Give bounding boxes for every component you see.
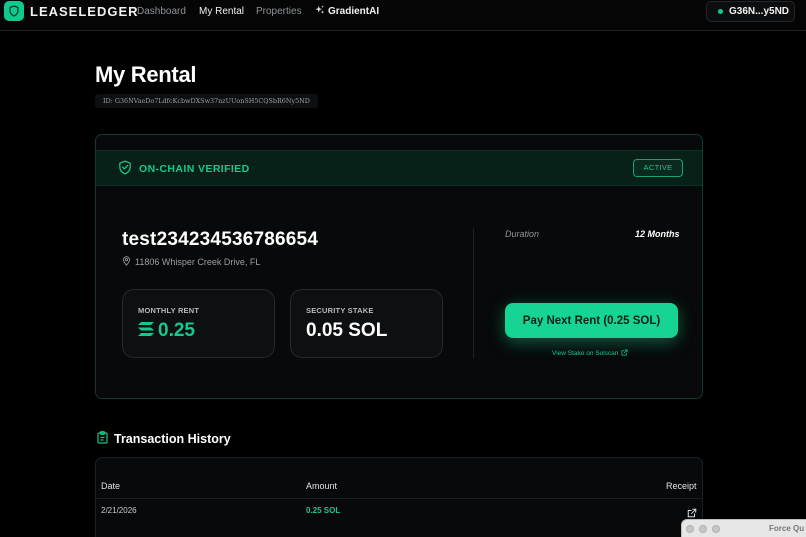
sparkle-icon [315,5,325,18]
column-header-date: Date [101,481,121,491]
wallet-status-dot [718,9,723,14]
shield-check-icon [118,160,132,180]
verified-bar: ON-CHAIN VERIFIED ACTIVE [96,150,702,186]
status-badge: ACTIVE [633,159,683,177]
history-title-text: Transaction History [114,432,231,446]
logo-shield-icon[interactable] [4,1,24,21]
nav-link-gradient-ai[interactable]: GradientAI [315,5,379,18]
table-header-divider [96,498,702,499]
rental-card: ON-CHAIN VERIFIED ACTIVE test23423453678… [95,134,703,399]
duration-value: 12 Months [635,229,680,239]
nav-ai-label: GradientAI [328,6,380,17]
monthly-rent-amount: 0.25 [158,320,195,341]
brand-name[interactable]: LEASELEDGER [30,4,139,19]
top-nav: LEASELEDGER Dashboard My Rental Properti… [0,0,806,31]
monthly-rent-value: 0.25 [138,320,195,342]
monthly-rent-box: MONTHLY RENT 0.25 [122,289,275,358]
nav-link-my-rental[interactable]: My Rental [199,6,244,17]
rental-id-chip: ID: G36NVaeDo7LdfcKcbwDXSw37nzUUonSH5CQS… [95,94,318,108]
force-quit-window[interactable]: Force Qu [681,519,806,537]
nav-link-properties[interactable]: Properties [256,6,302,17]
row-amount: 0.25 SOL [306,506,341,515]
row-date: 2/21/2026 [101,506,137,515]
address-text: 11806 Whisper Creek Drive, FL [135,257,261,267]
column-header-amount: Amount [306,481,338,491]
column-header-receipt: Receipt [666,481,697,491]
monthly-rent-label: MONTHLY RENT [138,306,200,315]
solana-icon [138,320,154,342]
security-stake-value: 0.05 SOL [306,320,388,341]
view-on-solscan-link[interactable]: View Stake on Solscan [552,349,628,358]
verified-label: ON-CHAIN VERIFIED [139,163,250,175]
security-stake-box: SECURITY STAKE 0.05 SOL [290,289,443,358]
window-minimize-dot[interactable] [699,525,707,533]
wallet-address: G36N...y5ND [729,6,790,17]
property-address: 11806 Whisper Creek Drive, FL [122,256,260,268]
force-quit-title: Force Qu [769,524,805,533]
transaction-table: Date Amount Receipt 2/21/2026 0.25 SOL [95,457,703,537]
solscan-link-label: View Stake on Solscan [552,350,619,357]
property-name: test234234536786654 [122,229,319,250]
clipboard-icon [97,431,108,447]
window-close-dot[interactable] [686,525,694,533]
transaction-history-heading: Transaction History [97,431,231,447]
wallet-button[interactable]: G36N...y5ND [706,1,795,22]
map-pin-icon [122,256,131,268]
security-stake-label: SECURITY STAKE [306,306,374,315]
card-divider [473,228,474,358]
duration-label: Duration [505,229,540,239]
window-zoom-dot[interactable] [712,525,720,533]
nav-link-dashboard[interactable]: Dashboard [137,6,186,17]
page-title: My Rental [95,62,197,87]
external-link-icon [621,349,628,358]
pay-next-rent-button[interactable]: Pay Next Rent (0.25 SOL) [505,303,678,338]
